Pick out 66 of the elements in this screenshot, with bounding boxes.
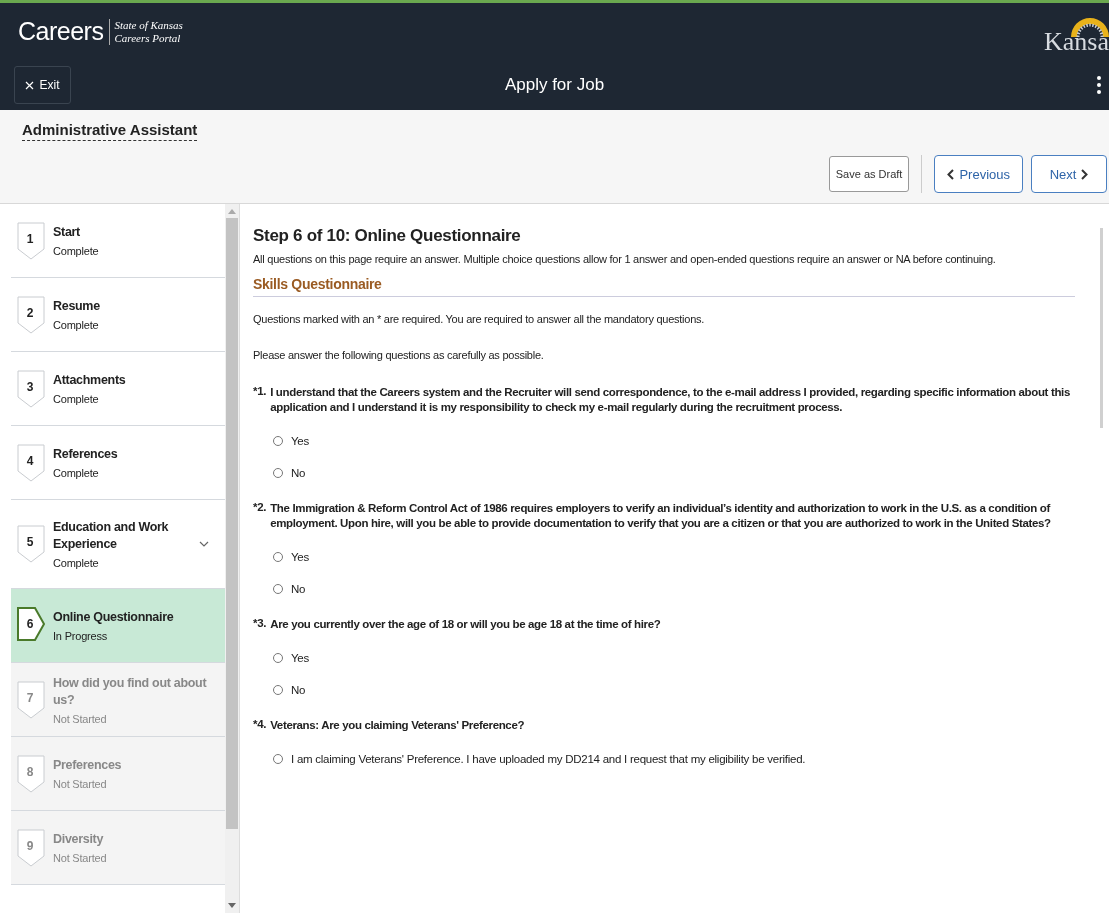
brand-subtitle: Careers Portal [114, 31, 182, 45]
question-number: *1. [253, 385, 267, 399]
scrollbar[interactable] [226, 218, 238, 829]
step-number-badge: 5 [17, 525, 45, 563]
exit-button[interactable]: Exit [14, 66, 71, 104]
scroll-down-icon[interactable] [228, 903, 236, 909]
step-title: Start [53, 224, 81, 241]
step-status: Complete [53, 319, 100, 331]
option-label[interactable]: Yes [291, 435, 309, 447]
scroll-up-icon[interactable] [228, 208, 236, 214]
step-title: Preferences [53, 757, 123, 774]
question-number: *3. [253, 617, 267, 631]
step-heading: Step 6 of 10: Online Questionnaire [253, 226, 522, 246]
next-button[interactable]: Next [1031, 155, 1107, 193]
question-text: I understand that the Careers system and the Recruiter will send correspondence, to the e-mail address I provided, regarding specific information about this application and I understand it is my responsibility to check my e-mail regularly during the recruitment process. [270, 385, 1071, 415]
step-number-badge: 7 [17, 680, 45, 719]
instruction-text: Questions marked with an * are required. You are required to answer all the mandatory questions. [253, 313, 706, 325]
chevron-right-icon [1081, 168, 1089, 180]
step-status: Complete [53, 557, 100, 569]
close-icon [25, 80, 35, 90]
step-status: Complete [53, 393, 100, 405]
step-number-badge: 2 [17, 295, 45, 334]
step-item[interactable]: 6 Online Questionnaire In Progress [11, 589, 225, 663]
step-number-badge: 9 [17, 828, 45, 867]
step-title: Online Questionnaire [53, 609, 175, 626]
option-label[interactable]: Yes [291, 652, 309, 664]
page-title: Apply for Job [504, 75, 605, 95]
option-label[interactable]: I am claiming Veterans' Preference. I have uploaded my DD214 and I request that my eligibility be verified. [291, 753, 806, 765]
question-text: The Immigration & Reform Control Act of 1986 requires employers to verify an individual’s identity and authorization to work in the U.S. as a condition of employment. Upon hire, will you be able to provide documentation to verify that you are a citizen or that you are authorized to work in the United States? [270, 501, 1052, 531]
step-title: Attachments [53, 372, 127, 389]
step-number-badge: 8 [17, 754, 45, 793]
question-number: *2. [253, 501, 267, 515]
step-title: How did you find out about us? [53, 674, 208, 709]
question-number: *4. [253, 718, 267, 732]
option-label[interactable]: No [291, 467, 306, 479]
instruction-text: Please answer the following questions as carefully as possible. [253, 349, 545, 361]
job-title: Administrative Assistant [22, 121, 198, 141]
chevron-down-icon[interactable] [199, 541, 209, 547]
step-status: Complete [53, 245, 100, 257]
intro-text: All questions on this page require an answer. Multiple choice questions allow for 1 answer and open-ended questions require an answer or NA before continuing. [253, 252, 997, 266]
option-label[interactable]: No [291, 583, 306, 595]
step-status: In Progress [53, 630, 109, 642]
step-number-badge: 3 [17, 369, 45, 408]
previous-button[interactable]: Previous [934, 155, 1023, 193]
step-title: Diversity [53, 831, 105, 848]
step-title: References [53, 446, 119, 463]
step-status: Complete [53, 467, 100, 479]
brand-subtitle: State of Kansas [114, 18, 183, 32]
question-text: Are you currently over the age of 18 or will you be age 18 at the time of hire? [270, 617, 661, 632]
scrollbar[interactable] [1100, 228, 1103, 428]
step-number-badge: 1 [17, 221, 45, 260]
section-heading: Skills Questionnaire [253, 276, 1075, 297]
brand-title: Careers [18, 17, 104, 46]
option-label[interactable]: Yes [291, 551, 309, 563]
save-draft-button[interactable]: Save as Draft [828, 156, 910, 192]
option-label[interactable]: No [291, 684, 306, 696]
chevron-left-icon [947, 168, 955, 180]
question-text: Veterans: Are you claiming Veterans' Preference? [270, 718, 525, 733]
step-status: Not Started [53, 778, 108, 790]
more-menu-icon[interactable] [1097, 76, 1101, 94]
step-title: Education and Work Experience [53, 519, 170, 553]
step-title: Resume [53, 298, 101, 315]
logo-text: Kansa [1044, 26, 1109, 57]
step-status: Not Started [53, 712, 108, 725]
step-status: Not Started [53, 852, 108, 864]
step-number-badge: 4 [17, 443, 45, 482]
